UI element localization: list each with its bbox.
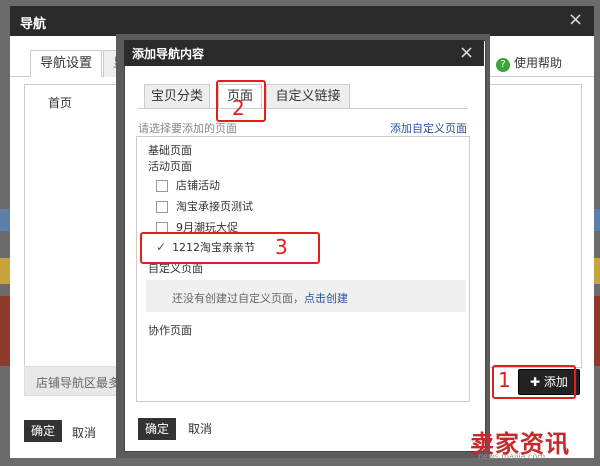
cancel-button[interactable]: 取消 xyxy=(72,424,96,441)
tab-divider xyxy=(138,108,468,109)
nav-dialog-header xyxy=(10,6,594,36)
create-custom-page-link[interactable]: 点击创建 xyxy=(304,292,348,305)
checkbox[interactable] xyxy=(156,180,168,192)
checkbox[interactable] xyxy=(156,201,168,213)
group-collab-pages: 协作页面 xyxy=(148,324,192,337)
annotation-number: 3 xyxy=(275,235,288,259)
modal-confirm-button[interactable]: 确定 xyxy=(138,418,176,440)
nav-item-home: 首页 xyxy=(48,96,73,110)
group-basic-pages: 基础页面 xyxy=(148,144,192,157)
modal-cancel-button[interactable]: 取消 xyxy=(188,420,212,437)
help-link[interactable]: ? 使用帮助 xyxy=(496,54,562,72)
watermark-url: news.maijia.com xyxy=(478,452,546,461)
tab-nav-settings[interactable]: 导航设置 xyxy=(30,50,102,77)
tab-custom-link[interactable]: 自定义链接 xyxy=(266,84,350,108)
list-item[interactable]: 淘宝承接页测试 xyxy=(156,198,253,214)
annotation-box xyxy=(140,232,320,264)
add-custom-page-link[interactable]: 添加自定义页面 xyxy=(390,120,467,136)
close-icon[interactable]: × xyxy=(568,9,583,30)
confirm-button[interactable]: 确定 xyxy=(24,420,62,442)
nav-dialog-title: 导航 xyxy=(20,17,47,32)
list-item[interactable]: 店铺活动 xyxy=(156,177,220,193)
select-page-hint: 请选择要添加的页面 xyxy=(138,122,237,135)
tab-item-category[interactable]: 宝贝分类 xyxy=(144,84,210,108)
custom-pages-empty-text: 还没有创建过自定义页面，点击创建 xyxy=(172,292,348,305)
close-icon[interactable]: × xyxy=(459,42,474,63)
help-label: 使用帮助 xyxy=(514,56,563,70)
add-nav-modal-title: 添加导航内容 xyxy=(132,47,205,61)
help-icon: ? xyxy=(496,58,510,72)
annotation-number: 1 xyxy=(498,368,511,392)
group-activity-pages: 活动页面 xyxy=(148,160,192,173)
annotation-number: 2 xyxy=(232,96,245,120)
